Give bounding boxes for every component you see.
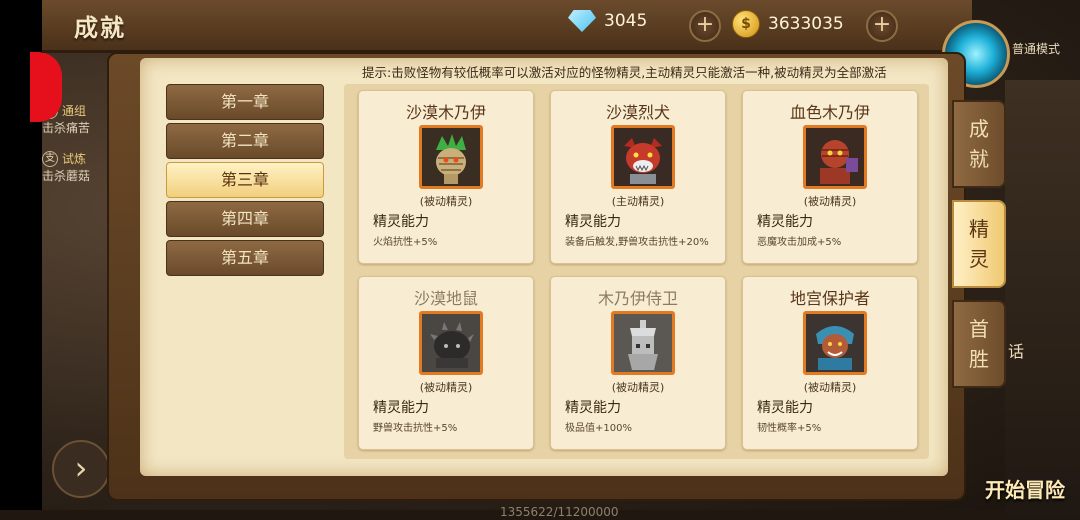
spirit-type: (被动精灵) <box>419 381 473 394</box>
gem-counter: 3045 <box>568 10 647 32</box>
add-gems-button[interactable]: + <box>689 10 721 42</box>
spirit-card[interactable]: 沙漠地鼠 (被动精灵) 精灵能力 野兽攻击抗性+5% <box>358 276 534 450</box>
quest-side[interactable]: 支 试炼 <box>42 150 112 167</box>
spirit-name: 地宫保护者 <box>789 289 870 308</box>
spirit-effect: 韧性概率+5% <box>757 423 822 434</box>
spirit-card[interactable]: 沙漠烈犬 (主动精灵) 精灵能力 装备后触发,野兽攻击抗性+20% <box>550 90 726 264</box>
spirit-ability-label: 精灵能力 <box>757 400 813 416</box>
tab-spirit[interactable]: 精灵 <box>952 200 1006 288</box>
quest-desc: 击杀蘑菇 <box>42 169 91 183</box>
spirit-type: (被动精灵) <box>803 381 857 394</box>
chapter-tab-1[interactable]: 第一章 <box>166 84 324 120</box>
spirit-name: 沙漠烈犬 <box>605 103 670 122</box>
spirit-effect: 火焰抗性+5% <box>373 237 438 248</box>
record-indicator[interactable] <box>30 52 62 122</box>
spirit-ability-label: 精灵能力 <box>565 214 621 230</box>
hound-icon <box>611 125 675 189</box>
quest-title: 试炼 <box>62 152 87 166</box>
spirit-name: 沙漠木乃伊 <box>405 103 486 122</box>
chapter-tab-3[interactable]: 第三章 <box>166 162 324 198</box>
spirit-effect: 恶魔攻击加成+5% <box>757 237 842 248</box>
spirit-card[interactable]: 沙漠木乃伊 (被动精灵) 精灵能力 火焰抗性+5% <box>358 90 534 264</box>
spirit-effect: 装备后触发,野兽攻击抗性+20% <box>565 237 709 248</box>
exp-text: 1355622/11200000 <box>500 505 619 519</box>
spirit-effect: 极品值+100% <box>565 423 632 434</box>
quest-title: 通组 <box>62 104 87 118</box>
spirit-type: (被动精灵) <box>419 195 473 208</box>
spirit-type: (主动精灵) <box>611 195 665 208</box>
page-title: 成就 <box>74 14 126 42</box>
tab-achievement[interactable]: 成就 <box>952 100 1006 188</box>
spirit-ability-label: 精灵能力 <box>373 214 429 230</box>
expand-arrow-button[interactable]: › <box>52 440 110 498</box>
spirit-ability-label: 精灵能力 <box>373 400 429 416</box>
spirit-effect: 野兽攻击抗性+5% <box>373 423 458 434</box>
diamond-icon <box>568 10 596 32</box>
guard-icon <box>611 311 675 375</box>
chapter-tab-4[interactable]: 第四章 <box>166 201 324 237</box>
red-mummy-icon <box>803 125 867 189</box>
start-adventure-button[interactable]: 开始冒险 <box>985 474 1065 503</box>
spirit-card[interactable]: 木乃伊侍卫 (被动精灵) 精灵能力 极品值+100% <box>550 276 726 450</box>
tab-first-win[interactable]: 首胜 <box>952 300 1006 388</box>
spirit-name: 木乃伊侍卫 <box>597 289 678 308</box>
spirit-card[interactable]: 血色木乃伊 (被动精灵) 精灵能力 恶魔攻击加成+5% <box>742 90 918 264</box>
mode-label[interactable]: 普通模式 <box>1012 40 1060 57</box>
spirit-card[interactable]: 地宫保护者 (被动精灵) 精灵能力 韧性概率+5% <box>742 276 918 450</box>
chapter-tab-2[interactable]: 第二章 <box>166 123 324 159</box>
protector-icon <box>803 311 867 375</box>
quest-desc: 击杀痛苦 <box>42 121 91 135</box>
gopher-icon <box>419 311 483 375</box>
gold-count: 3633035 <box>768 14 844 34</box>
chapter-list: 第一章 第二章 第三章 第四章 第五章 <box>166 84 324 279</box>
add-gold-button[interactable]: + <box>866 10 898 42</box>
mummy-icon <box>419 125 483 189</box>
spirit-ability-label: 精灵能力 <box>565 400 621 416</box>
chapter-tab-5[interactable]: 第五章 <box>166 240 324 276</box>
spirit-grid: 沙漠木乃伊 (被动精灵) 精灵能力 火焰抗性+5% 沙漠烈犬 (主动精灵) 精灵… <box>344 84 929 459</box>
right-scene <box>1005 80 1080 520</box>
quest-badge: 支 <box>42 150 58 167</box>
spirit-ability-label: 精灵能力 <box>757 214 813 230</box>
chat-label[interactable]: 话 <box>1008 338 1024 362</box>
spirit-type: (被动精灵) <box>611 381 665 394</box>
gem-count: 3045 <box>604 11 648 31</box>
spirit-name: 血色木乃伊 <box>789 103 870 122</box>
gold-coin-icon: $ <box>732 10 760 38</box>
spirit-name: 沙漠地鼠 <box>413 289 478 308</box>
gold-counter: $ 3633035 <box>732 10 844 38</box>
hint-text: 提示:击败怪物有较低概率可以激活对应的怪物精灵,主动精灵只能激活一种,被动精灵为… <box>362 65 887 80</box>
spirit-type: (被动精灵) <box>803 195 857 208</box>
